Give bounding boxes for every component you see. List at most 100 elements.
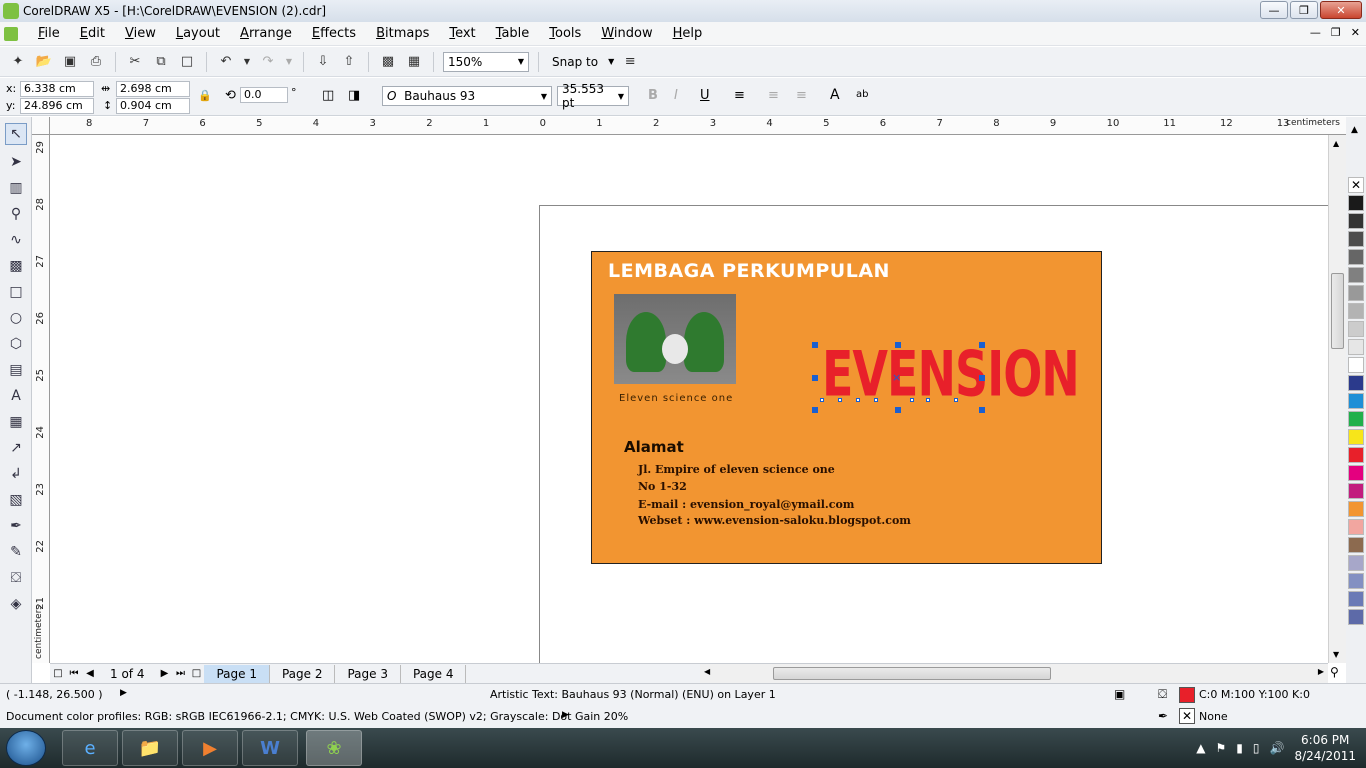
outline-none-swatch[interactable]: ✕ bbox=[1179, 708, 1195, 724]
selection-handle[interactable] bbox=[895, 407, 901, 413]
text-node[interactable] bbox=[838, 398, 842, 402]
drop-cap-icon[interactable]: ≡ bbox=[796, 88, 807, 103]
expand-profiles-icon[interactable]: ▶ bbox=[562, 710, 569, 720]
show-hidden-icons-icon[interactable]: ▲ bbox=[1196, 741, 1205, 755]
selection-handle[interactable] bbox=[979, 342, 985, 348]
clock[interactable]: 6:06 PM 8/24/2011 bbox=[1294, 732, 1356, 764]
redo-dropdown-icon[interactable]: ▼ bbox=[284, 52, 294, 72]
tab-page-4[interactable]: Page 4 bbox=[401, 664, 467, 683]
smart-fill-tool-icon[interactable]: ▩ bbox=[5, 255, 27, 277]
palette-swatch[interactable] bbox=[1348, 591, 1364, 607]
close-button[interactable]: ✕ bbox=[1320, 1, 1362, 19]
menu-view[interactable]: View bbox=[115, 26, 166, 41]
copy-icon[interactable]: ⧉ bbox=[151, 52, 171, 72]
tshirt-photo[interactable] bbox=[614, 294, 736, 384]
coreldraw-taskbar-icon[interactable]: ❀ bbox=[306, 730, 362, 766]
ruler-origin[interactable] bbox=[32, 117, 50, 135]
expand-status-icon[interactable]: ▶ bbox=[120, 688, 127, 698]
action-center-flag-icon[interactable]: ⚑ bbox=[1216, 741, 1227, 755]
start-button[interactable] bbox=[6, 730, 46, 766]
vertical-scrollbar[interactable]: ▲ ▼ bbox=[1328, 135, 1346, 663]
zoom-navigator-icon[interactable]: ⚲ bbox=[1330, 665, 1339, 679]
application-launcher-icon[interactable]: ▩ bbox=[378, 52, 398, 72]
menu-bitmaps[interactable]: Bitmaps bbox=[366, 26, 439, 41]
welcome-screen-icon[interactable]: ▦ bbox=[404, 52, 424, 72]
palette-swatch[interactable] bbox=[1348, 393, 1364, 409]
bullet-list-icon[interactable]: ≡ bbox=[768, 88, 779, 103]
text-node[interactable] bbox=[910, 398, 914, 402]
cut-icon[interactable]: ✂ bbox=[125, 52, 145, 72]
eyedropper-tool-icon[interactable]: ✒ bbox=[5, 515, 27, 537]
media-player-icon[interactable]: ▶ bbox=[182, 730, 238, 766]
doc-restore-button[interactable]: ❐ bbox=[1331, 26, 1341, 39]
palette-swatch[interactable] bbox=[1348, 573, 1364, 589]
connector-tool-icon[interactable]: ↲ bbox=[5, 463, 27, 485]
blend-tool-icon[interactable]: ▧ bbox=[5, 489, 27, 511]
tab-page-1[interactable]: Page 1 bbox=[204, 664, 270, 683]
zoom-tool-icon[interactable]: ⚲ bbox=[5, 203, 27, 225]
page-add-after-icon[interactable]: □ bbox=[188, 668, 204, 679]
ellipse-tool-icon[interactable]: ○ bbox=[5, 307, 27, 329]
palette-swatch[interactable] bbox=[1348, 447, 1364, 463]
palette-swatch[interactable] bbox=[1348, 249, 1364, 265]
palette-swatch[interactable] bbox=[1348, 375, 1364, 391]
menu-file[interactable]: File bbox=[28, 26, 70, 41]
palette-swatch[interactable] bbox=[1348, 411, 1364, 427]
view-mode-icon[interactable]: ▣ bbox=[1114, 687, 1125, 701]
menu-layout[interactable]: Layout bbox=[166, 26, 230, 41]
internet-explorer-icon[interactable]: e bbox=[62, 730, 118, 766]
vertical-ruler[interactable]: centimeters 29 28 27 26 25 24 23 22 21 bbox=[32, 135, 50, 663]
palette-swatch[interactable] bbox=[1348, 483, 1364, 499]
paste-icon[interactable]: □ bbox=[177, 52, 197, 72]
business-card[interactable]: LEMBAGA PERKUMPULAN Eleven science one E… bbox=[591, 251, 1102, 564]
palette-swatch[interactable] bbox=[1348, 339, 1364, 355]
character-formatting-icon[interactable]: A bbox=[830, 87, 840, 103]
menu-help[interactable]: Help bbox=[663, 26, 713, 41]
palette-swatch[interactable] bbox=[1348, 609, 1364, 625]
palette-swatch[interactable] bbox=[1348, 501, 1364, 517]
underline-icon[interactable]: U bbox=[700, 88, 710, 103]
pick-tool-icon[interactable]: ↖ bbox=[5, 123, 27, 145]
lock-ratio-icon[interactable]: 🔒 bbox=[198, 89, 212, 102]
scroll-left-icon[interactable]: ◀ bbox=[704, 667, 710, 676]
scroll-down-icon[interactable]: ▼ bbox=[1333, 650, 1339, 659]
address-heading[interactable]: Alamat bbox=[624, 438, 684, 456]
edit-text-icon[interactable]: ab bbox=[856, 89, 868, 100]
palette-swatch[interactable] bbox=[1348, 465, 1364, 481]
scroll-up-icon[interactable]: ▲ bbox=[1333, 139, 1339, 148]
explorer-icon[interactable]: 📁 bbox=[122, 730, 178, 766]
horizontal-scroll-thumb[interactable] bbox=[773, 667, 1051, 680]
height-field[interactable]: 0.904 cm bbox=[116, 98, 190, 114]
table-tool-icon[interactable]: ▦ bbox=[5, 411, 27, 433]
palette-swatch[interactable] bbox=[1348, 195, 1364, 211]
tab-page-3[interactable]: Page 3 bbox=[335, 664, 401, 683]
palette-swatch[interactable] bbox=[1348, 519, 1364, 535]
basic-shapes-tool-icon[interactable]: ▤ bbox=[5, 359, 27, 381]
first-page-icon[interactable]: ⏮ bbox=[66, 668, 82, 679]
palette-swatch[interactable] bbox=[1348, 231, 1364, 247]
menu-tools[interactable]: Tools bbox=[539, 26, 591, 41]
selection-handle[interactable] bbox=[979, 375, 985, 381]
snap-to-dropdown[interactable]: Snap to bbox=[548, 55, 602, 69]
text-node[interactable] bbox=[856, 398, 860, 402]
font-list-combo[interactable]: O Bauhaus 93 ▼ bbox=[382, 86, 552, 106]
drawing-canvas[interactable]: LEMBAGA PERKUMPULAN Eleven science one E… bbox=[50, 135, 1328, 663]
color-profiles-info[interactable]: Document color profiles: RGB: sRGB IEC61… bbox=[6, 710, 628, 723]
open-icon[interactable]: 📂 bbox=[34, 52, 54, 72]
address-line[interactable]: No 1-32 bbox=[638, 480, 687, 493]
print-icon[interactable]: ⎙ bbox=[86, 52, 106, 72]
import-icon[interactable]: ⇩ bbox=[313, 52, 333, 72]
menu-arrange[interactable]: Arrange bbox=[230, 26, 302, 41]
x-position-field[interactable]: 6.338 cm bbox=[20, 81, 94, 97]
y-position-field[interactable]: 24.896 cm bbox=[20, 98, 94, 114]
document-icon[interactable] bbox=[4, 26, 18, 41]
selection-handle[interactable] bbox=[812, 375, 818, 381]
menu-effects[interactable]: Effects bbox=[302, 26, 366, 41]
outline-tool-icon[interactable]: ✎ bbox=[5, 541, 27, 563]
horizontal-scrollbar[interactable]: ◀ ▶ bbox=[700, 663, 1328, 683]
text-node[interactable] bbox=[874, 398, 878, 402]
bold-icon[interactable]: B bbox=[648, 88, 658, 103]
doc-minimize-button[interactable]: — bbox=[1310, 26, 1321, 39]
undo-icon[interactable]: ↶ bbox=[216, 52, 236, 72]
rectangle-tool-icon[interactable]: □ bbox=[5, 281, 27, 303]
